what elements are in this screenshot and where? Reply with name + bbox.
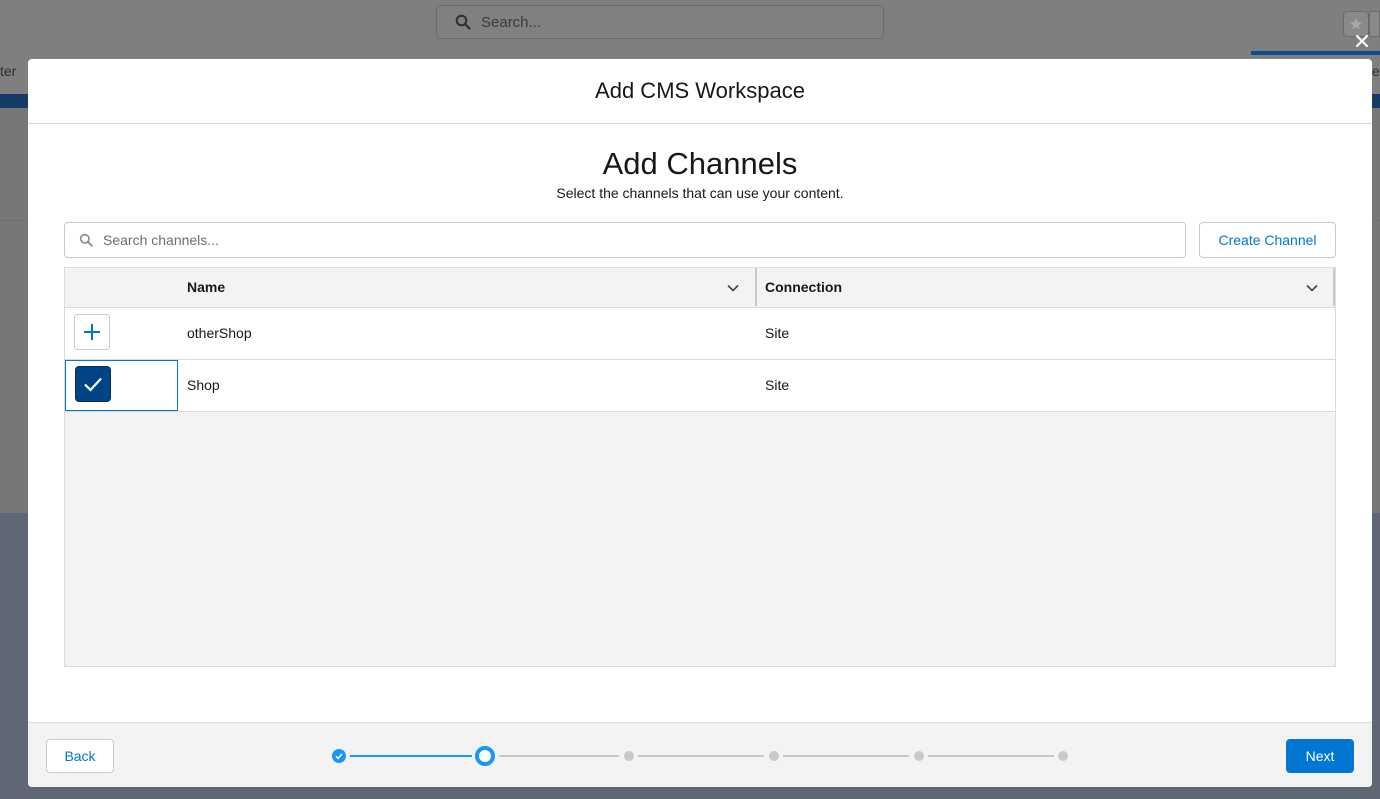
modal-footer: Back Next xyxy=(28,722,1372,787)
close-icon xyxy=(1355,34,1369,48)
close-modal-button[interactable] xyxy=(1352,31,1372,51)
background-active-tab-indicator xyxy=(1251,51,1380,55)
add-channel-button[interactable] xyxy=(74,314,110,350)
search-icon xyxy=(455,14,471,30)
channel-name: Shop xyxy=(187,377,220,393)
chevron-down-icon[interactable] xyxy=(1305,281,1319,295)
progress-step-current xyxy=(475,746,495,766)
global-search-input: Search... xyxy=(436,5,884,39)
progress-line xyxy=(928,755,1054,757)
progress-step xyxy=(1058,751,1068,761)
column-resize-handle[interactable] xyxy=(1333,268,1335,306)
progress-line xyxy=(499,755,619,757)
table-header: Name Connection xyxy=(65,268,1335,308)
chevron-down-icon[interactable] xyxy=(726,281,740,295)
plus-icon xyxy=(84,324,100,340)
progress-line xyxy=(783,755,909,757)
channel-name: otherShop xyxy=(187,325,252,341)
progress-step xyxy=(769,751,779,761)
column-resize-handle[interactable] xyxy=(755,268,757,306)
progress-step-completed xyxy=(332,749,346,763)
focused-cell xyxy=(65,360,178,411)
checkmark-icon xyxy=(84,377,102,392)
channel-search-field[interactable] xyxy=(64,222,1186,258)
search-icon xyxy=(79,233,93,247)
progress-step xyxy=(914,751,924,761)
modal-title: Add CMS Workspace xyxy=(595,78,805,103)
progress-indicator xyxy=(328,745,1078,767)
global-search-placeholder: Search... xyxy=(481,13,542,31)
next-button[interactable]: Next xyxy=(1286,739,1354,773)
channels-table: Name Connection otherShop Site Shop Site xyxy=(64,267,1336,667)
column-header-connection[interactable]: Connection xyxy=(765,268,842,307)
remove-channel-button[interactable] xyxy=(75,366,111,402)
channel-connection: Site xyxy=(765,325,790,341)
progress-line xyxy=(638,755,764,757)
channel-search-input[interactable] xyxy=(101,231,1105,249)
check-icon xyxy=(335,753,343,760)
back-button[interactable]: Back xyxy=(46,739,114,773)
progress-step xyxy=(624,751,634,761)
modal-header: Add CMS Workspace xyxy=(28,59,1372,124)
table-row: Shop Site xyxy=(65,360,1335,412)
background-nav-text: ter xyxy=(0,63,17,79)
step-subtitle: Select the channels that can use your co… xyxy=(556,185,844,201)
progress-line-completed xyxy=(350,755,472,757)
column-header-name[interactable]: Name xyxy=(187,268,225,307)
table-row: otherShop Site xyxy=(65,308,1335,360)
modal-body: Add Channels Select the channels that ca… xyxy=(28,124,1372,722)
channel-connection: Site xyxy=(765,377,790,393)
create-channel-button[interactable]: Create Channel xyxy=(1199,222,1336,258)
add-cms-workspace-modal: Add CMS Workspace Add Channels Select th… xyxy=(28,59,1372,787)
step-title: Add Channels xyxy=(602,146,798,181)
background-nav-text-right: es xyxy=(1372,63,1380,79)
